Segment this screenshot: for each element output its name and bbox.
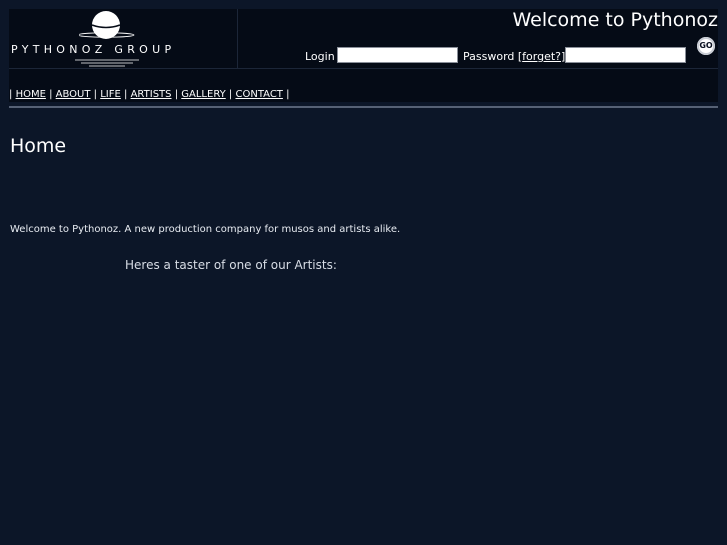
page-title: Home: [10, 135, 67, 157]
go-button[interactable]: GO: [697, 37, 715, 55]
nav-life[interactable]: LIFE: [100, 89, 121, 100]
password-label-text: Password [: [463, 50, 523, 63]
password-input[interactable]: [565, 47, 686, 63]
nav-artists[interactable]: ARTISTS: [131, 89, 172, 100]
nav-separator: |: [49, 89, 53, 100]
intro-text: Welcome to Pythonoz. A new production co…: [10, 224, 401, 235]
logo[interactable]: PYTHONOZ GROUP: [9, 9, 238, 68]
nav-separator: |: [228, 89, 233, 100]
welcome-heading: Welcome to Pythonoz: [512, 9, 718, 31]
nav-separator: |: [286, 89, 290, 100]
site-header: PYTHONOZ GROUP Welcome to Pythonoz Login…: [9, 9, 718, 68]
planet-logo-icon: [79, 11, 135, 39]
nav-separator: |: [124, 89, 128, 100]
password-label: Password [forget?]: [463, 50, 565, 63]
nav-divider: [9, 106, 718, 108]
main-nav: | HOME | ABOUT | LIFE | ARTISTS | GALLER…: [9, 87, 718, 102]
nav-separator: |: [174, 89, 179, 100]
logo-underline-icon: [75, 59, 139, 67]
login-label: Login: [305, 50, 335, 63]
nav-home[interactable]: HOME: [16, 89, 46, 100]
logo-text: PYTHONOZ GROUP: [11, 43, 176, 56]
nav-separator: |: [9, 89, 13, 100]
nav-separator: |: [93, 89, 98, 100]
forgot-password-link[interactable]: forget?: [522, 50, 561, 63]
nav-about[interactable]: ABOUT: [56, 89, 91, 100]
header-strip: [9, 69, 718, 87]
taster-text: Heres a taster of one of our Artists:: [125, 258, 337, 272]
nav-contact[interactable]: CONTACT: [235, 89, 282, 100]
login-input[interactable]: [337, 47, 458, 63]
nav-gallery[interactable]: GALLERY: [181, 89, 225, 100]
